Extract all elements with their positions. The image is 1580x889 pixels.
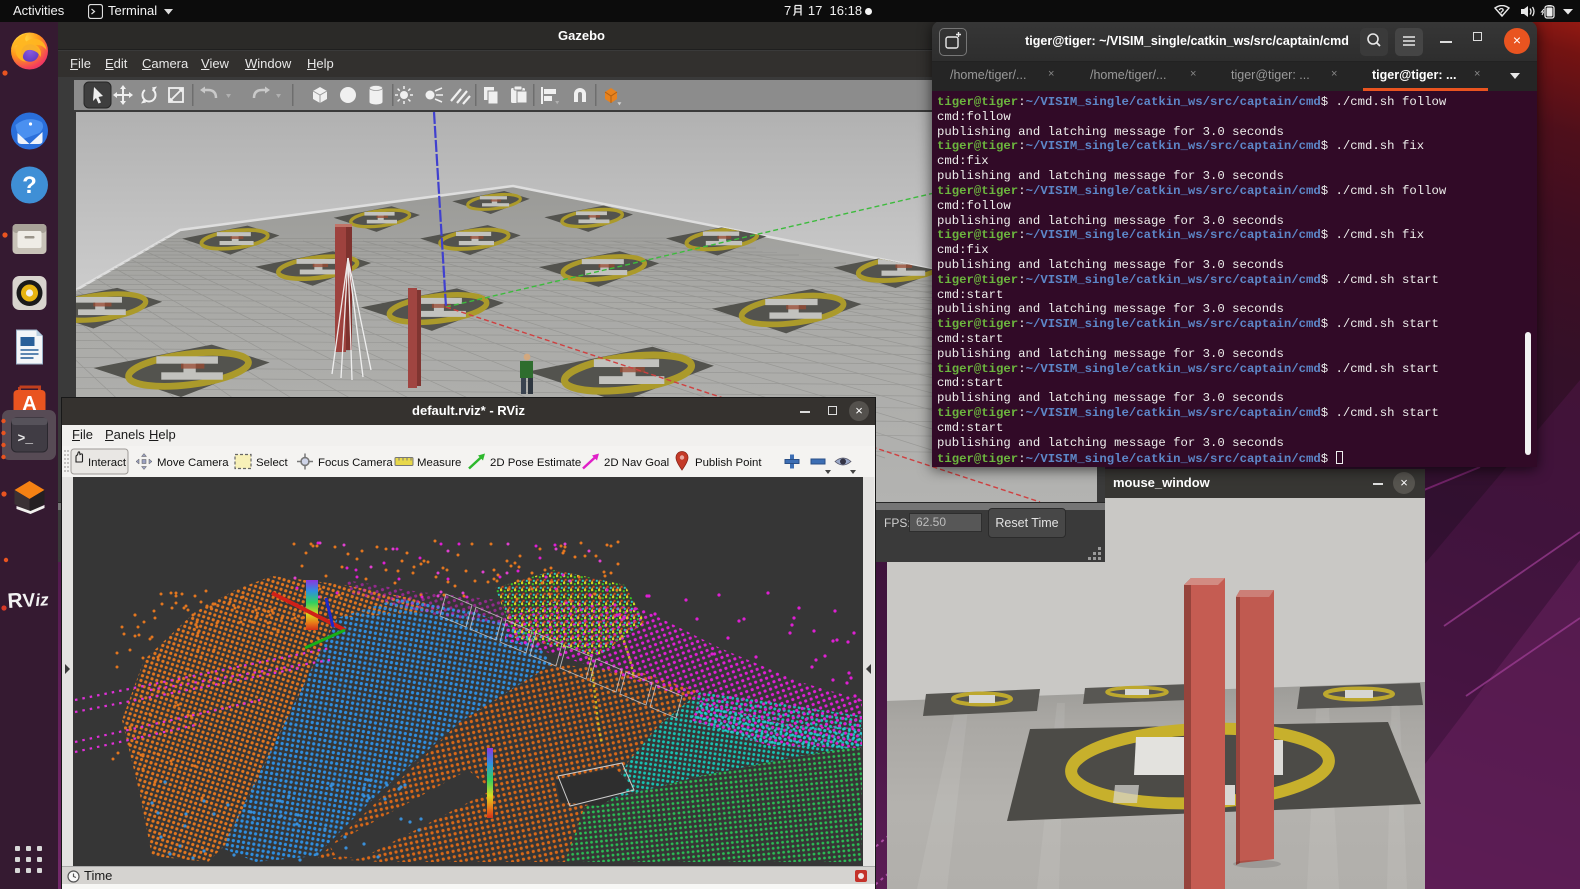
svg-text:>_: >_ bbox=[18, 431, 34, 446]
svg-text:Focus Camera: Focus Camera bbox=[318, 457, 393, 469]
svg-text:?: ? bbox=[22, 172, 37, 199]
svg-text:Move Camera: Move Camera bbox=[157, 457, 229, 469]
svg-text:2D Pose Estimate: 2D Pose Estimate bbox=[490, 457, 581, 469]
svg-text:?: ? bbox=[1498, 7, 1504, 18]
svg-text:RViz: RViz bbox=[7, 587, 50, 613]
svg-text:2D Nav Goal: 2D Nav Goal bbox=[604, 457, 669, 469]
svg-text:Publish Point: Publish Point bbox=[695, 457, 762, 469]
svg-text:Interact: Interact bbox=[88, 457, 127, 469]
svg-text:Measure: Measure bbox=[417, 457, 461, 469]
svg-text:Select: Select bbox=[256, 457, 288, 469]
